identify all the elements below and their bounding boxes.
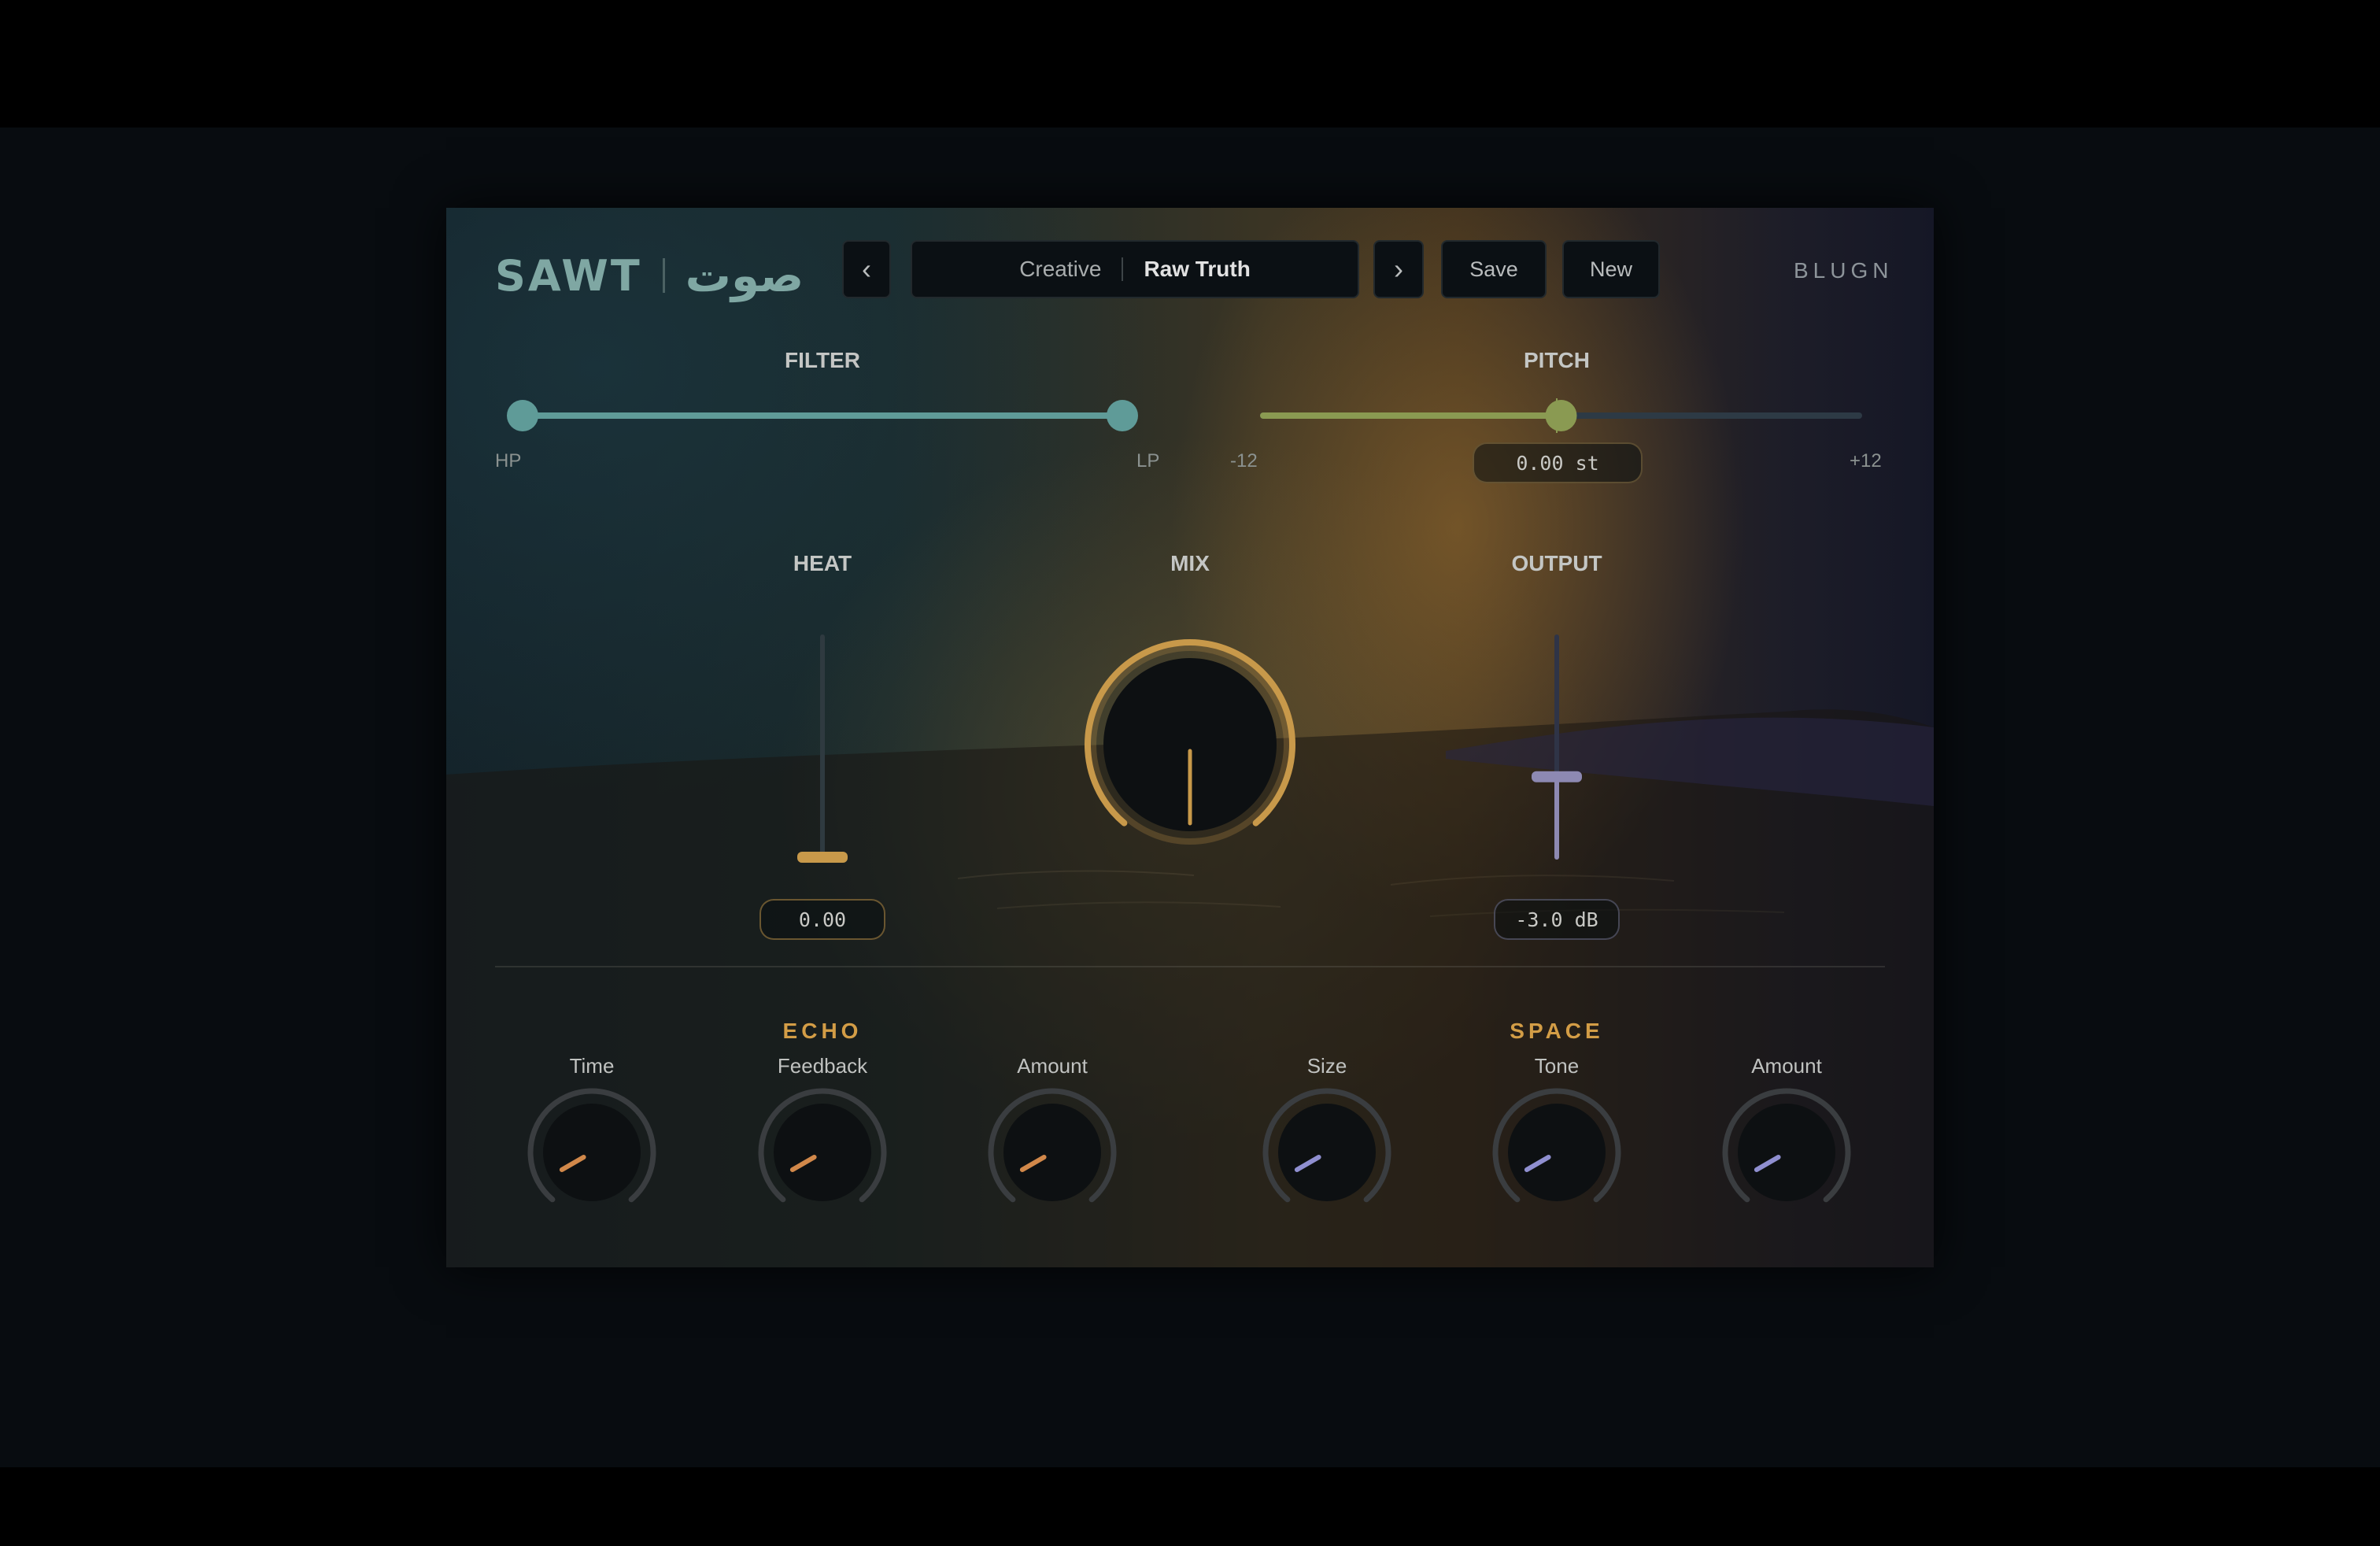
heat-slider[interactable] (797, 634, 848, 863)
screen: SAWT صوت ‹ Creative Raw Truth › Save New… (0, 0, 2380, 1546)
heat-handle[interactable] (797, 852, 848, 863)
pitch-handle[interactable] (1545, 400, 1577, 431)
filter-lp-handle[interactable] (1107, 400, 1138, 431)
controls-layer (507, 398, 1862, 1203)
plugin-window: SAWT صوت ‹ Creative Raw Truth › Save New… (446, 208, 1934, 1267)
mix-knob[interactable] (1085, 639, 1295, 845)
filter-hp-handle[interactable] (507, 400, 538, 431)
filter-range-slider[interactable] (507, 400, 1138, 431)
space-size-knob[interactable] (1262, 1088, 1391, 1203)
output-slider[interactable] (1532, 634, 1582, 860)
output-handle[interactable] (1532, 771, 1582, 782)
echo-amount-knob[interactable] (988, 1088, 1117, 1203)
echo-feedback-knob[interactable] (758, 1088, 887, 1203)
effect-knobs (527, 1088, 1851, 1203)
pitch-slider[interactable] (1260, 398, 1862, 433)
echo-time-knob[interactable] (527, 1088, 656, 1203)
space-tone-knob[interactable] (1492, 1088, 1621, 1203)
space-amount-knob[interactable] (1722, 1088, 1851, 1203)
